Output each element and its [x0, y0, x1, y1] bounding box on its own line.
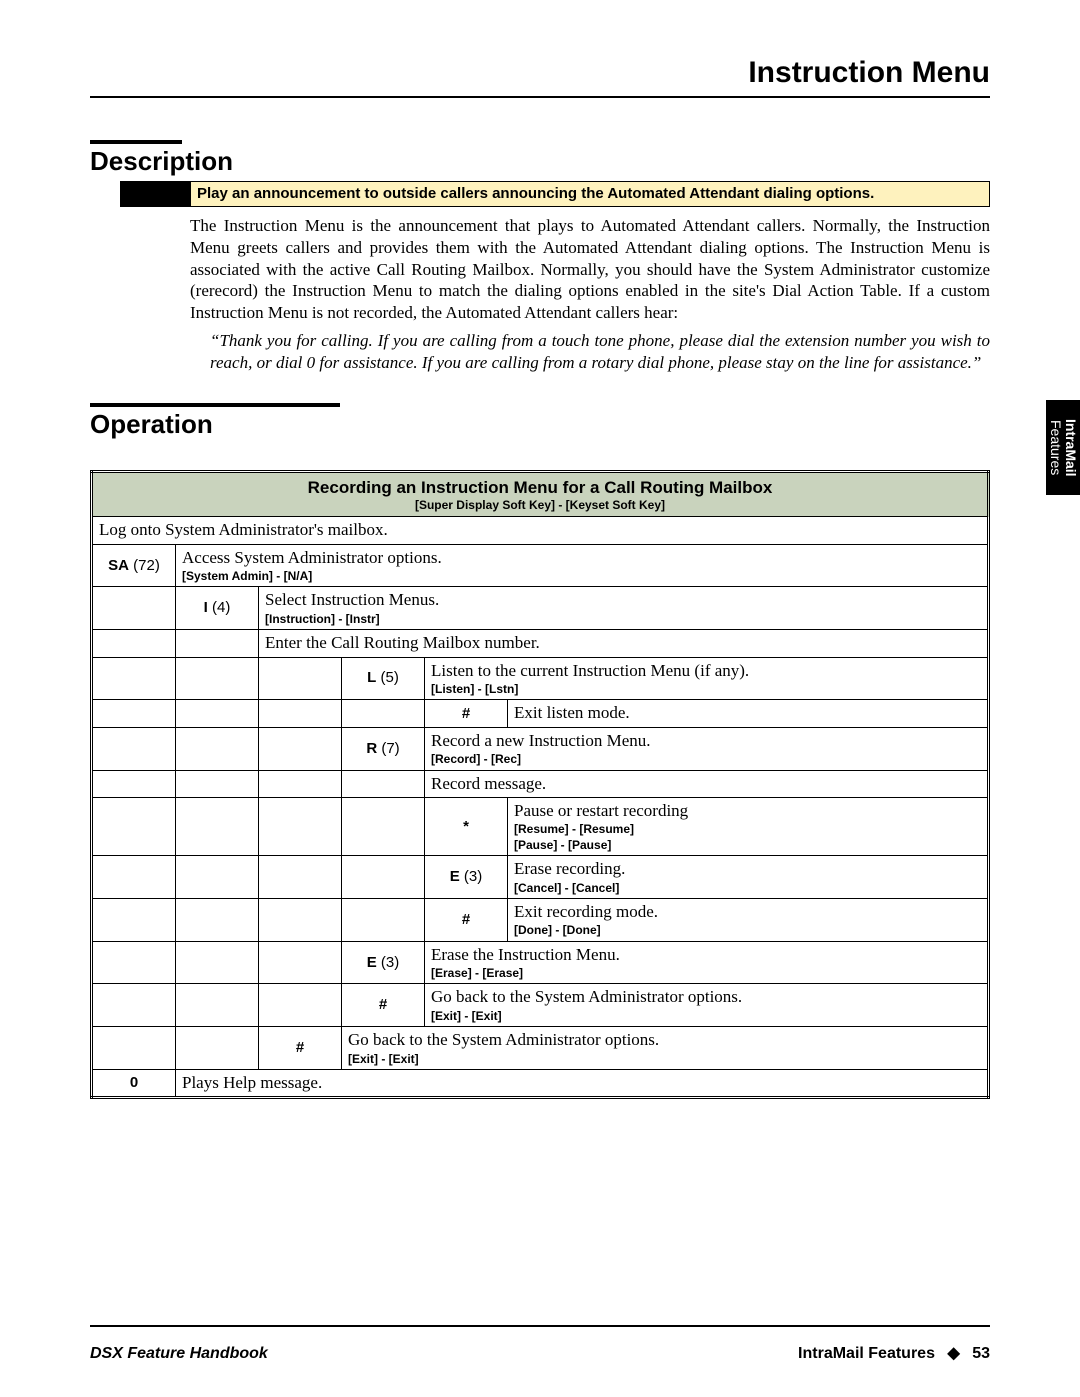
key-label: # — [462, 705, 470, 722]
row-softkey: [Instruction] - [Instr] — [265, 612, 981, 626]
row-desc: Record message. — [425, 770, 989, 797]
footer-page-number: 53 — [972, 1345, 990, 1362]
table-row: Log onto System Administrator's mailbox. — [92, 517, 989, 544]
table-row: R (7) Record a new Instruction Menu. [Re… — [92, 727, 989, 770]
row-softkey: [Record] - [Rec] — [431, 752, 981, 766]
row-desc: Access System Administrator options. — [182, 548, 442, 567]
row-softkey: [Erase] - [Erase] — [431, 966, 981, 980]
row-desc: Exit recording mode. — [514, 902, 658, 921]
side-tab-line2: Features — [1048, 420, 1064, 475]
row-softkey: [Done] - [Done] — [514, 923, 981, 937]
key-label: L — [367, 669, 376, 686]
key-num: (4) — [212, 599, 230, 616]
header-rule — [90, 96, 990, 98]
row-desc: Record a new Instruction Menu. — [431, 731, 651, 750]
row-desc: Listen to the current Instruction Menu (… — [431, 661, 749, 680]
key-label: E — [450, 868, 460, 885]
table-title: Recording an Instruction Menu for a Call… — [97, 478, 983, 498]
table-row: # Go back to the System Administrator op… — [92, 984, 989, 1027]
row-desc: Select Instruction Menus. — [265, 590, 439, 609]
footer-section-label: IntraMail Features — [798, 1345, 935, 1362]
row-desc: Go back to the System Administrator opti… — [431, 987, 742, 1006]
row-desc: Enter the Call Routing Mailbox number. — [259, 630, 989, 657]
row-desc: Erase the Instruction Menu. — [431, 945, 620, 964]
description-heading: Description — [90, 146, 990, 177]
key-num: (3) — [381, 954, 399, 971]
key-label: # — [296, 1039, 304, 1056]
table-row: 0 Plays Help message. — [92, 1070, 989, 1098]
row-desc: Exit listen mode. — [508, 700, 989, 727]
table-row: Record message. — [92, 770, 989, 797]
key-label: E — [367, 954, 377, 971]
key-label: 0 — [130, 1074, 138, 1091]
table-row: Enter the Call Routing Mailbox number. — [92, 630, 989, 657]
key-label: * — [463, 818, 469, 835]
table-row: I (4) Select Instruction Menus. [Instruc… — [92, 587, 989, 630]
operation-table: Recording an Instruction Menu for a Call… — [90, 470, 990, 1099]
row-softkey: [System Admin] - [N/A] — [182, 569, 981, 583]
table-row: # Exit listen mode. — [92, 700, 989, 727]
row-softkey: [Exit] - [Exit] — [348, 1052, 981, 1066]
key-label: SA — [108, 557, 129, 574]
key-label: # — [379, 996, 387, 1013]
description-body: The Instruction Menu is the announcement… — [190, 215, 990, 324]
footer-left: DSX Feature Handbook — [90, 1345, 268, 1363]
table-row: # Exit recording mode. [Done] - [Done] — [92, 898, 989, 941]
key-num: (3) — [464, 868, 482, 885]
row-softkey: [Pause] - [Pause] — [514, 838, 981, 852]
row-softkey: [Resume] - [Resume] — [514, 822, 981, 836]
page-footer: DSX Feature Handbook IntraMail Features … — [90, 1343, 990, 1363]
table-row: L (5) Listen to the current Instruction … — [92, 657, 989, 700]
description-rule — [90, 140, 182, 144]
side-tab-line1: IntraMail — [1063, 419, 1079, 477]
footer-rule — [90, 1325, 990, 1327]
row-desc: Pause or restart recording — [514, 801, 688, 820]
table-header-row: Recording an Instruction Menu for a Call… — [92, 472, 989, 517]
table-row: # Go back to the System Administrator op… — [92, 1027, 989, 1070]
description-quote: “Thank you for calling. If you are calli… — [210, 330, 990, 374]
page-title: Instruction Menu — [90, 56, 990, 90]
key-num: (5) — [381, 669, 399, 686]
table-row: * Pause or restart recording [Resume] - … — [92, 797, 989, 855]
row-softkey: [Listen] - [Lstn] — [431, 682, 981, 696]
operation-rule — [90, 403, 340, 407]
table-row: E (3) Erase the Instruction Menu. [Erase… — [92, 941, 989, 984]
row-desc: Log onto System Administrator's mailbox. — [92, 517, 989, 544]
footer-separator-icon: ◆ — [947, 1345, 959, 1362]
row-desc: Go back to the System Administrator opti… — [348, 1030, 659, 1049]
table-row: SA (72) Access System Administrator opti… — [92, 544, 989, 587]
callout-text: Play an announcement to outside callers … — [190, 181, 990, 207]
row-softkey: [Exit] - [Exit] — [431, 1009, 981, 1023]
key-label: I — [204, 599, 208, 616]
row-desc: Plays Help message. — [176, 1070, 989, 1098]
callout: Play an announcement to outside callers … — [190, 181, 990, 207]
side-tab: IntraMail Features — [1046, 400, 1080, 495]
row-desc: Erase recording. — [514, 859, 625, 878]
table-subtitle: [Super Display Soft Key] - [Keyset Soft … — [97, 498, 983, 512]
key-label: # — [462, 911, 470, 928]
row-softkey: [Cancel] - [Cancel] — [514, 881, 981, 895]
key-label: R — [366, 740, 377, 757]
operation-heading: Operation — [90, 409, 990, 440]
key-num: (7) — [381, 740, 399, 757]
key-num: (72) — [133, 557, 160, 574]
table-row: E (3) Erase recording. [Cancel] - [Cance… — [92, 856, 989, 899]
